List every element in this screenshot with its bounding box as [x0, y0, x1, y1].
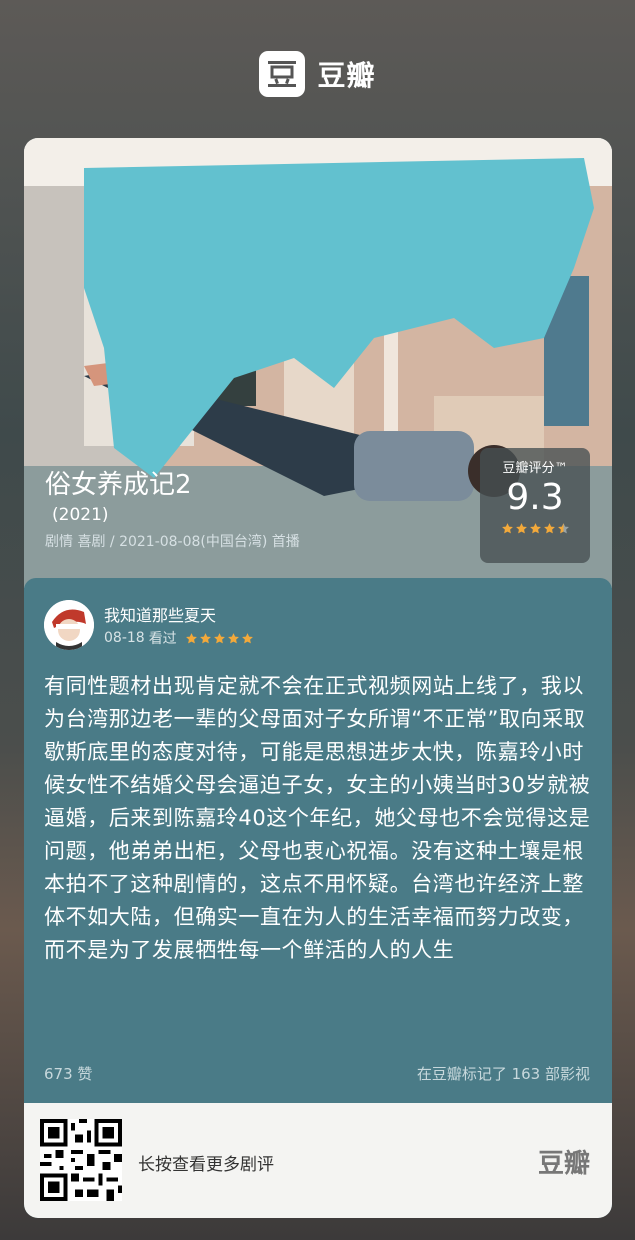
likes-count: 673 赞	[44, 1065, 93, 1083]
star-icon	[529, 523, 541, 534]
review-status: 看过	[148, 631, 177, 647]
star-icon	[543, 523, 555, 534]
star-icon	[515, 523, 527, 534]
star-icon	[241, 632, 253, 643]
footer-hint: 长按查看更多剧评	[138, 1155, 274, 1175]
review-text: 有同性题材出现肯定就不会在正式视频网站上线了，我以为台湾那边老一辈的父母面对子女…	[44, 674, 591, 962]
marked-count: 在豆瓣标记了 163 部影视	[416, 1065, 590, 1083]
half-star-icon	[557, 523, 569, 534]
app-header: 豆瓣	[0, 50, 635, 98]
review-date: 08-18	[104, 630, 145, 646]
star-icon	[185, 632, 197, 643]
star-icon	[501, 523, 513, 534]
share-card: 俗女养成记2 (2021) 剧情 喜剧 / 2021-08-08(中国台湾) 首…	[24, 138, 612, 1218]
reviewer-name[interactable]: 我知道那些夏天	[104, 602, 216, 626]
share-footer: 长按查看更多剧评 豆瓣	[24, 1103, 612, 1218]
scribble-overlay	[84, 158, 594, 478]
douban-logo-icon	[259, 51, 306, 97]
show-meta: 剧情 喜剧 / 2021-08-08(中国台湾) 首播	[45, 534, 300, 550]
qr-code-icon[interactable]	[40, 1119, 122, 1201]
poster-image: 俗女养成记2 (2021) 剧情 喜剧 / 2021-08-08(中国台湾) 首…	[24, 138, 612, 588]
rating-stars	[480, 522, 590, 535]
rating-box: 豆瓣评分™ 9.3	[480, 448, 590, 563]
show-title-block: 俗女养成记2 (2021)	[45, 464, 192, 525]
rating-label: 豆瓣评分™	[502, 461, 568, 476]
show-year: (2021)	[52, 505, 109, 525]
star-icon	[227, 632, 239, 643]
rating-score: 9.3	[506, 477, 564, 518]
star-icon	[199, 632, 211, 643]
review-meta: 08-18 看过	[104, 628, 254, 648]
star-icon	[213, 632, 225, 643]
review-card: 我知道那些夏天 08-18 看过 有同性题材出现肯定就不会在正式视频网站上线了，…	[24, 578, 612, 1103]
brand-name: 豆瓣	[317, 59, 376, 92]
show-title: 俗女养成记2	[45, 470, 192, 500]
footer-brand: 豆瓣	[537, 1149, 590, 1179]
review-stars	[185, 632, 254, 645]
avatar[interactable]	[44, 600, 94, 650]
